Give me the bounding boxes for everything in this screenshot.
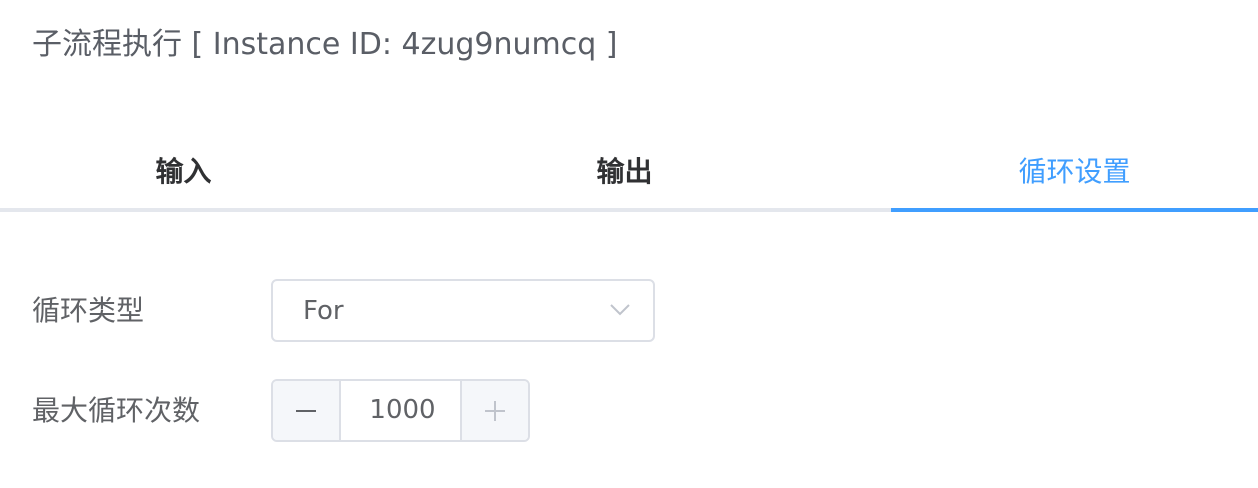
chevron-down-icon	[609, 301, 631, 317]
minus-icon	[295, 400, 317, 422]
tab-input-label: 输入	[155, 155, 212, 188]
tab-loop-settings-label: 循环设置	[1018, 155, 1131, 188]
loop-type-value: For	[303, 296, 344, 326]
page: 子流程执行 [ Instance ID: 4zug9numcq ] 输入 输出 …	[0, 0, 1258, 488]
loop-type-label: 循环类型	[32, 294, 145, 327]
tab-output[interactable]: 输出	[441, 140, 808, 208]
active-tab-indicator	[891, 208, 1258, 212]
tab-loop-settings[interactable]: 循环设置	[891, 140, 1258, 208]
max-loops-label: 最大循环次数	[32, 394, 201, 427]
tab-bar: 输入 输出 循环设置	[0, 140, 1258, 212]
max-loops-stepper[interactable]: 1000	[271, 379, 530, 442]
loop-type-select[interactable]: For	[271, 279, 655, 342]
max-loops-input[interactable]: 1000	[341, 381, 464, 440]
page-title: 子流程执行 [ Instance ID: 4zug9numcq ]	[32, 27, 618, 62]
loop-type-row: 循环类型 For	[0, 279, 1258, 343]
tab-input[interactable]: 输入	[0, 140, 367, 208]
increment-button[interactable]	[460, 381, 528, 440]
tab-output-label: 输出	[596, 155, 653, 188]
plus-icon	[484, 400, 506, 422]
decrement-button[interactable]	[273, 381, 341, 440]
max-loops-row: 最大循环次数 1000	[0, 379, 1258, 443]
